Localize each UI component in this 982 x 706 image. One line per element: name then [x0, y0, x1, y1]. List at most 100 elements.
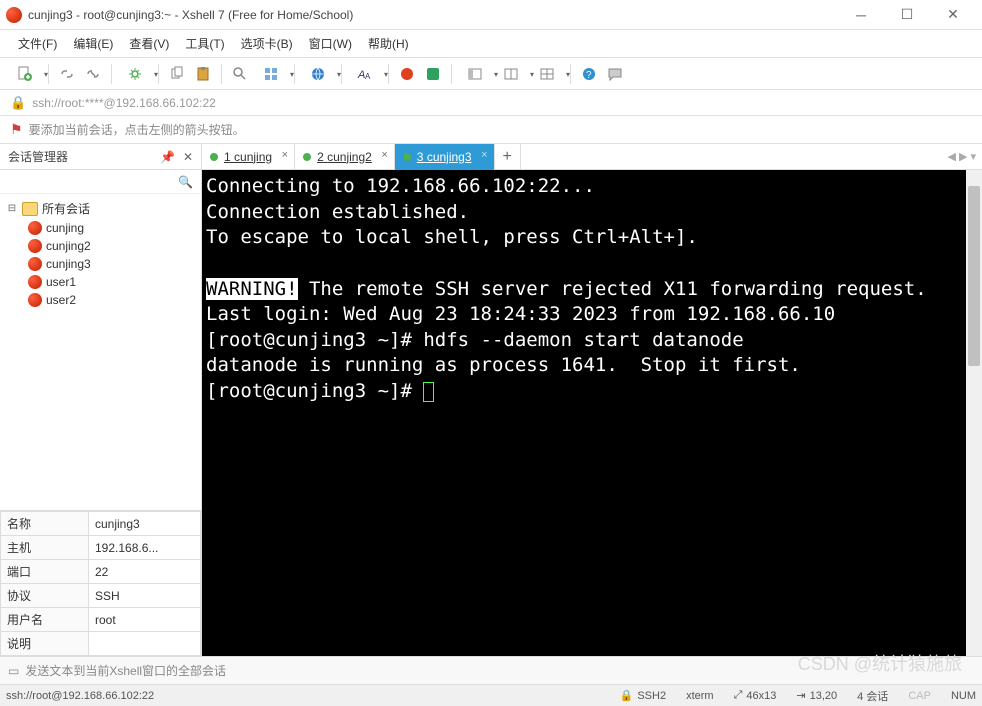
session-tree: ⊟ 所有会话 cunjing cunjing2 cunjing3 user1 u… [0, 194, 201, 510]
svg-text:?: ? [586, 70, 592, 81]
info-bar: ⚑ 要添加当前会话，点击左侧的箭头按钮。 [0, 116, 982, 144]
chat-button[interactable] [603, 62, 627, 86]
session-item-user2[interactable]: user2 [4, 291, 197, 309]
session-icon [28, 257, 42, 271]
address-bar: 🔒 ssh://root:****@192.168.66.102:22 [0, 90, 982, 116]
panel-icon [467, 66, 483, 82]
terminal-scrollbar[interactable] [966, 170, 982, 656]
xshell-button[interactable] [395, 62, 419, 86]
search-icon [232, 66, 248, 82]
status-dot-icon [303, 153, 311, 161]
close-tab-icon[interactable]: × [481, 149, 487, 161]
prop-protocol: 协议SSH [1, 584, 201, 608]
tab-cunjing[interactable]: 1 cunjing× [202, 144, 295, 170]
view2-button[interactable]: ▾ [494, 62, 528, 86]
close-button[interactable]: ✕ [930, 0, 976, 30]
find-button[interactable] [228, 62, 252, 86]
copy-button[interactable] [165, 62, 189, 86]
warning-badge: WARNING! [206, 278, 298, 300]
new-tab-button[interactable]: + [495, 144, 521, 170]
font-icon: AA [357, 66, 373, 82]
properties-panel: 名称cunjing3 主机192.168.6... 端口22 协议SSH 用户名… [0, 510, 201, 656]
close-tab-icon[interactable]: × [282, 149, 288, 161]
scrollbar-thumb[interactable] [968, 186, 980, 366]
menu-file[interactable]: 文件(F) [10, 30, 65, 58]
minimize-button[interactable]: ─ [838, 0, 884, 30]
menu-edit[interactable]: 编辑(E) [65, 30, 121, 58]
sidebar-close[interactable]: ✕ [183, 150, 193, 164]
tab-nav[interactable]: ◀ ▶ ▾ [941, 150, 982, 163]
globe-icon [310, 66, 326, 82]
send-input[interactable]: 发送文本到当前Xshell窗口的全部会话 [25, 662, 974, 679]
menu-tabs[interactable]: 选项卡(B) [233, 30, 301, 58]
lock-icon: 🔒 [10, 95, 26, 111]
view1-button[interactable]: ▾ [458, 62, 492, 86]
tab-cunjing2[interactable]: 2 cunjing2× [295, 144, 395, 170]
tab-cunjing3[interactable]: 3 cunjing3× [395, 144, 495, 170]
status-ssh: 🔒SSH2 [620, 689, 666, 702]
status-connection: ssh://root@192.168.66.102:22 [6, 690, 154, 702]
xftp-button[interactable] [421, 62, 445, 86]
session-icon [28, 275, 42, 289]
tree-root[interactable]: ⊟ 所有会话 [4, 198, 197, 219]
tile-icon [539, 66, 555, 82]
menubar: 文件(F) 编辑(E) 查看(V) 工具(T) 选项卡(B) 窗口(W) 帮助(… [0, 30, 982, 58]
menu-view[interactable]: 查看(V) [121, 30, 177, 58]
menu-window[interactable]: 窗口(W) [301, 30, 360, 58]
prop-port: 端口22 [1, 560, 201, 584]
status-caps: CAP [908, 690, 931, 702]
collapse-icon[interactable]: ⊟ [6, 203, 18, 214]
help-icon: ? [581, 66, 597, 82]
prop-user: 用户名root [1, 608, 201, 632]
menu-tools[interactable]: 工具(T) [177, 30, 232, 58]
main-area: 会话管理器 📌 ✕ 🔍 ⊟ 所有会话 cunjing cunjing2 cunj… [0, 144, 982, 656]
app-icon [6, 7, 22, 23]
pos-icon: ⇥ [796, 689, 805, 702]
gear-icon [127, 66, 143, 82]
layout-button[interactable]: ▾ [254, 62, 288, 86]
session-item-cunjing3[interactable]: cunjing3 [4, 255, 197, 273]
pin-icon[interactable]: 📌 [160, 150, 175, 164]
session-label: cunjing2 [46, 239, 91, 253]
terminal[interactable]: Connecting to 192.168.66.102:22... Conne… [202, 170, 982, 656]
new-session-button[interactable]: ▾ [8, 62, 42, 86]
tab-bar: 1 cunjing× 2 cunjing2× 3 cunjing3× + ◀ ▶… [202, 144, 982, 170]
new-file-icon [17, 66, 33, 82]
sidebar-search[interactable]: 🔍 [0, 170, 201, 194]
paste-button[interactable] [191, 62, 215, 86]
close-tab-icon[interactable]: × [381, 149, 387, 161]
titlebar: cunjing3 - root@cunjing3:~ - Xshell 7 (F… [0, 0, 982, 30]
font-button[interactable]: AA▾ [348, 62, 382, 86]
status-dot-icon [403, 153, 411, 161]
split-icon [503, 66, 519, 82]
session-item-cunjing2[interactable]: cunjing2 [4, 237, 197, 255]
menu-help[interactable]: 帮助(H) [360, 30, 417, 58]
flag-icon: ⚑ [10, 121, 23, 138]
copy-icon [169, 66, 185, 82]
status-size: ⤢46x13 [734, 689, 777, 702]
disconnect-button[interactable] [81, 62, 105, 86]
maximize-button[interactable]: ☐ [884, 0, 930, 30]
prop-name: 名称cunjing3 [1, 512, 201, 536]
session-icon [28, 239, 42, 253]
sidebar-title: 会话管理器 [8, 148, 160, 165]
svg-text:A: A [365, 72, 371, 81]
tree-root-label: 所有会话 [42, 200, 90, 217]
status-term: xterm [686, 690, 714, 702]
send-bar: ▭ 发送文本到当前Xshell窗口的全部会话 [0, 656, 982, 684]
reconnect-button[interactable] [55, 62, 79, 86]
view3-button[interactable]: ▾ [530, 62, 564, 86]
properties-button[interactable]: ▾ [118, 62, 152, 86]
status-dot-icon [210, 153, 218, 161]
session-item-user1[interactable]: user1 [4, 273, 197, 291]
globe-button[interactable]: ▾ [301, 62, 335, 86]
session-label: user2 [46, 293, 76, 307]
status-num: NUM [951, 690, 976, 702]
clipboard-icon [195, 66, 211, 82]
size-icon: ⤢ [734, 689, 743, 702]
session-item-cunjing[interactable]: cunjing [4, 219, 197, 237]
toolbar: ▾ ▾ ▾ ▾ AA▾ ▾ ▾ ▾ ? [0, 58, 982, 90]
session-icon [28, 221, 42, 235]
address-text[interactable]: ssh://root:****@192.168.66.102:22 [32, 96, 216, 110]
help-button[interactable]: ? [577, 62, 601, 86]
